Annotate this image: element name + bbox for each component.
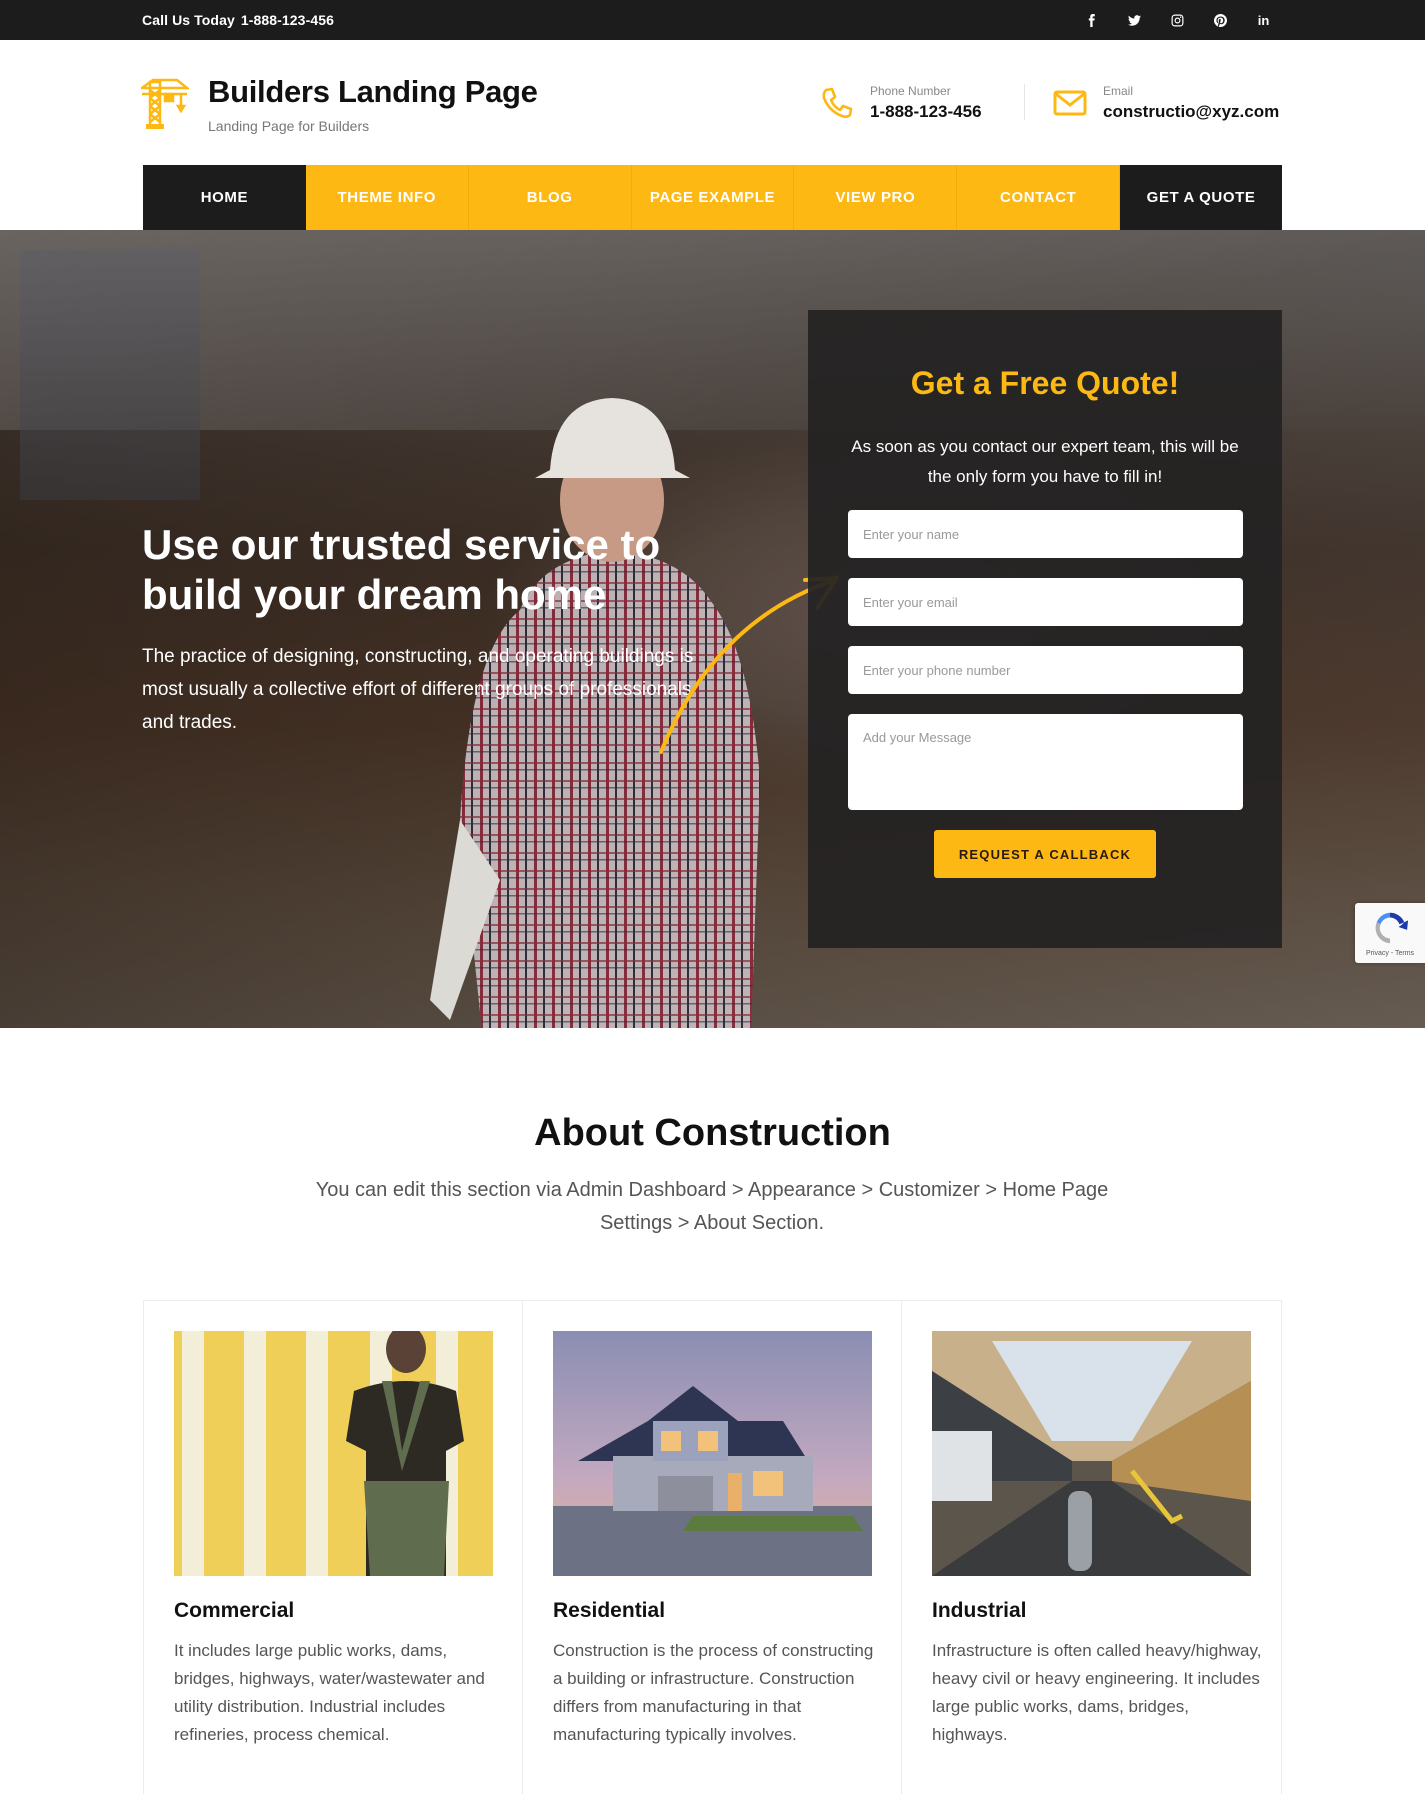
service-card-commercial: Commercial It includes large public work… (144, 1301, 523, 1794)
quote-form: Get a Free Quote! As soon as you contact… (808, 310, 1282, 948)
industrial-text: Infrastructure is often called heavy/hig… (932, 1641, 1262, 1744)
hero-description: The practice of designing, constructing,… (142, 646, 694, 733)
nav-contact[interactable]: CONTACT (957, 165, 1121, 230)
service-card-residential: Residential Construction is the process … (523, 1301, 902, 1794)
phone-icon (822, 87, 853, 119)
header-phone: Phone Number 1-888-123-456 (820, 82, 982, 122)
industrial-title: Industrial (932, 1599, 1027, 1622)
email-input[interactable] (848, 578, 1243, 626)
about-description: You can edit this section via Admin Dash… (315, 1179, 1109, 1234)
page: Call Us Today 1-888-123-456 in Builders … (0, 0, 1425, 1794)
phone-value[interactable]: 1-888-123-456 (870, 102, 982, 122)
hero-section: Use our trusted service to build your dr… (0, 230, 1425, 1028)
twitter-icon (1128, 14, 1141, 26)
linkedin-link[interactable]: in (1242, 0, 1285, 40)
linkedin-icon: in (1257, 12, 1270, 28)
instagram-link[interactable] (1156, 0, 1199, 40)
header-divider (1024, 84, 1025, 120)
twitter-link[interactable] (1113, 0, 1156, 40)
name-input[interactable] (848, 510, 1243, 558)
hero-background-window (20, 250, 200, 500)
phone-input[interactable] (848, 646, 1243, 694)
header-email: Email constructio@xyz.com (1053, 82, 1279, 122)
quote-form-subtitle: As soon as you contact our expert team, … (851, 437, 1239, 486)
email-value[interactable]: constructio@xyz.com (1103, 102, 1279, 122)
message-input[interactable] (848, 714, 1243, 810)
recaptcha-links[interactable]: Privacy - Terms (1355, 950, 1425, 957)
mail-icon (1053, 90, 1087, 116)
nav-blog[interactable]: BLOG (468, 165, 632, 230)
request-callback-button[interactable]: REQUEST A CALLBACK (934, 830, 1156, 878)
nav-page-example[interactable]: PAGE EXAMPLE (631, 165, 795, 230)
hero-headline: Use our trusted service to build your dr… (142, 521, 661, 618)
site-title[interactable]: Builders Landing Page (208, 74, 538, 110)
facebook-link[interactable] (1070, 0, 1113, 40)
phone-label: Phone Number (870, 84, 951, 98)
nav-theme-info[interactable]: THEME INFO (305, 165, 469, 230)
call-label: Call Us Today (142, 12, 235, 28)
commercial-text: It includes large public works, dams, br… (174, 1641, 485, 1744)
nav-home[interactable]: HOME (143, 165, 306, 230)
site-tagline: Landing Page for Builders (208, 118, 370, 134)
commercial-image (174, 1331, 493, 1576)
quote-form-title: Get a Free Quote! (910, 365, 1180, 401)
crane-logo-icon (141, 78, 189, 129)
main-nav: HOME THEME INFO BLOG PAGE EXAMPLE VIEW P… (143, 165, 1283, 230)
nav-view-pro[interactable]: VIEW PRO (794, 165, 958, 230)
industrial-image (932, 1331, 1251, 1576)
recaptcha-icon (1375, 912, 1409, 944)
call-us: Call Us Today 1-888-123-456 (142, 12, 334, 28)
residential-title: Residential (553, 1599, 666, 1622)
commercial-title: Commercial (174, 1599, 295, 1622)
call-number[interactable]: 1-888-123-456 (241, 12, 334, 28)
email-label: Email (1103, 84, 1134, 98)
service-cards: Commercial It includes large public work… (143, 1300, 1282, 1794)
social-links: in (1070, 0, 1285, 40)
top-bar: Call Us Today 1-888-123-456 in (0, 0, 1425, 40)
about-title: About Construction (534, 1112, 891, 1154)
service-card-industrial: Industrial Infrastructure is often calle… (902, 1301, 1281, 1794)
recaptcha-badge[interactable]: Privacy - Terms (1355, 903, 1425, 963)
instagram-icon (1171, 14, 1184, 26)
facebook-icon (1088, 13, 1095, 27)
pinterest-icon (1214, 13, 1227, 27)
residential-image (553, 1331, 872, 1576)
pinterest-link[interactable] (1199, 0, 1242, 40)
residential-text: Construction is the process of construct… (553, 1641, 874, 1744)
get-a-quote-button[interactable]: GET A QUOTE (1120, 165, 1283, 230)
